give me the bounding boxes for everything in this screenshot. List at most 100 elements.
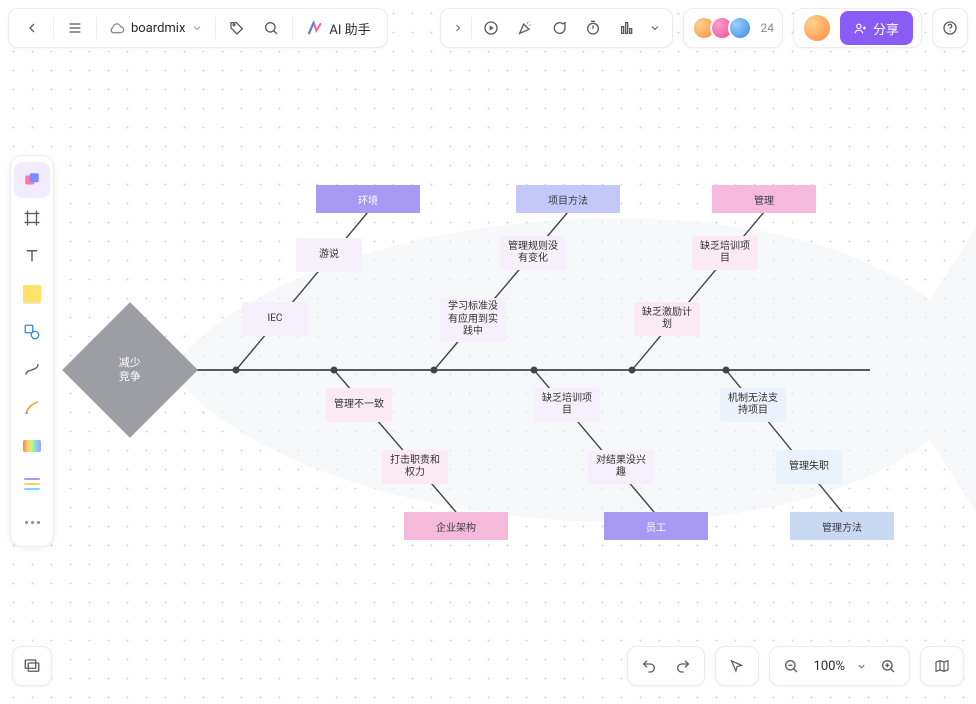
cause-env-1[interactable]: 游说 (296, 238, 362, 272)
category-mgmt[interactable]: 管理 (712, 185, 816, 213)
sticky-icon (23, 285, 41, 303)
chevron-down-icon (191, 22, 203, 34)
pen-icon (23, 399, 41, 417)
tool-more[interactable] (14, 504, 50, 540)
cause-mmethod-2[interactable]: 管理失职 (776, 450, 842, 484)
category-staff[interactable]: 员工 (604, 512, 708, 540)
cause-staff-2[interactable]: 对结果没兴趣 (588, 450, 654, 484)
shapes-icon (23, 323, 41, 341)
dots-icon (25, 521, 40, 524)
brand-cards-icon (23, 171, 41, 189)
category-env[interactable]: 环境 (316, 185, 420, 213)
confetti-icon (517, 20, 533, 36)
tag-button[interactable] (220, 11, 254, 45)
gradient-icon (23, 440, 41, 452)
separator (96, 17, 97, 39)
timer-button[interactable] (576, 11, 610, 45)
search-button[interactable] (254, 11, 288, 45)
tool-connector[interactable] (14, 352, 50, 388)
celebrate-button[interactable] (508, 11, 542, 45)
top-right-tool-group (440, 8, 673, 48)
presence-count: 24 (760, 21, 774, 35)
cursor-mode-button[interactable] (720, 649, 754, 683)
cause-org-1[interactable]: 管理不一致 (326, 388, 392, 422)
frame-icon (23, 209, 41, 227)
minimap-button[interactable] (925, 649, 959, 683)
zoom-in-icon (880, 658, 896, 674)
tool-shape[interactable] (14, 314, 50, 350)
presence-group: 24 (683, 8, 783, 48)
cause-env-2[interactable]: IEC (242, 302, 308, 336)
expand-toggle[interactable] (447, 11, 469, 45)
text-icon (23, 247, 41, 265)
bottom-right-wrap: 100% (627, 646, 964, 686)
redo-button[interactable] (666, 649, 700, 683)
tool-frame[interactable] (14, 200, 50, 236)
ai-logo-icon (307, 20, 323, 36)
cause-method-2[interactable]: 学习标准没有应用到实践中 (440, 298, 506, 342)
category-method[interactable]: 项目方法 (516, 185, 620, 213)
current-user-avatar[interactable] (802, 13, 832, 43)
map-icon (934, 658, 950, 674)
tool-mindmap[interactable] (14, 428, 50, 464)
chevron-down-icon (649, 22, 661, 34)
minimap-group (920, 646, 964, 686)
back-button[interactable] (15, 11, 49, 45)
vote-button[interactable] (610, 11, 644, 45)
tag-icon (229, 20, 245, 36)
hamburger-icon (67, 20, 83, 36)
zoom-out-button[interactable] (774, 649, 808, 683)
tool-select[interactable] (14, 162, 50, 198)
list-icon (24, 478, 40, 490)
slides-panel-toggle[interactable] (12, 646, 52, 686)
tool-sticky[interactable] (14, 276, 50, 312)
fishbone-head-label: 减少竞争 (119, 356, 141, 385)
cause-org-2[interactable]: 打击职责和权力 (382, 450, 448, 484)
file-name: boardmix (131, 21, 185, 36)
zoom-dropdown[interactable] (851, 649, 871, 683)
history-group (627, 646, 705, 686)
redo-icon (675, 658, 691, 674)
help-group (932, 8, 968, 48)
chevron-down-icon (856, 661, 867, 672)
cause-mgmt-1[interactable]: 缺乏培训项目 (692, 236, 758, 270)
search-icon (263, 20, 279, 36)
zoom-level[interactable]: 100% (808, 659, 851, 674)
separator (215, 17, 216, 39)
category-mmethod[interactable]: 管理方法 (790, 512, 894, 540)
cause-mgmt-2[interactable]: 缺乏激励计划 (634, 302, 700, 336)
help-button[interactable] (933, 11, 967, 45)
cause-staff-1[interactable]: 缺乏培训项目 (534, 388, 600, 422)
top-right-wrap: 24 分享 (440, 8, 968, 48)
share-button[interactable]: 分享 (840, 11, 913, 45)
present-button[interactable] (474, 11, 508, 45)
tool-text[interactable] (14, 238, 50, 274)
help-icon (942, 20, 958, 36)
menu-button[interactable] (58, 11, 92, 45)
comment-button[interactable] (542, 11, 576, 45)
file-chip[interactable]: boardmix (101, 11, 211, 45)
tool-templates[interactable] (14, 466, 50, 502)
zoom-in-button[interactable] (871, 649, 905, 683)
layers-panel-icon (23, 657, 41, 675)
cause-method-1[interactable]: 管理规则没有变化 (500, 236, 566, 270)
chevron-right-icon (452, 22, 464, 34)
ai-assistant-chip[interactable]: AI 助手 (297, 11, 380, 45)
share-label: 分享 (873, 19, 899, 38)
ai-label: AI 助手 (329, 19, 370, 38)
more-tools-dropdown[interactable] (644, 11, 666, 45)
top-bar: boardmix AI 助手 (8, 8, 968, 48)
cause-mmethod-1[interactable]: 机制无法支持项目 (720, 388, 786, 422)
user-plus-icon (854, 22, 867, 35)
zoom-out-icon (783, 658, 799, 674)
poll-icon (619, 20, 635, 36)
top-left-group: boardmix AI 助手 (8, 8, 388, 48)
share-group: 分享 (793, 8, 922, 48)
avatar-stack[interactable] (692, 16, 752, 40)
separator (292, 17, 293, 39)
category-org[interactable]: 企业架构 (404, 512, 508, 540)
tool-pen[interactable] (14, 390, 50, 426)
undo-button[interactable] (632, 649, 666, 683)
chevron-left-icon (24, 20, 40, 36)
play-circle-icon (483, 20, 499, 36)
